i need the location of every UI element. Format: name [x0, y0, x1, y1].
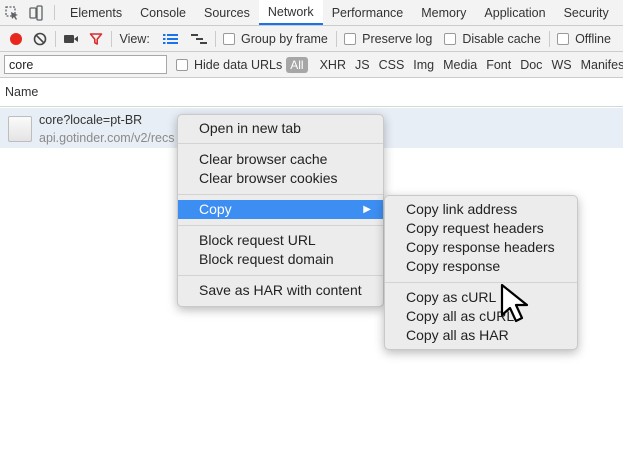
menu-separator [178, 225, 383, 226]
filter-button[interactable] [89, 32, 103, 46]
type-filter-ws[interactable]: WS [551, 58, 571, 72]
name-column-header[interactable]: Name [0, 78, 623, 107]
request-name: core?locale=pt-BR [39, 113, 143, 127]
group-by-frame-checkbox[interactable]: Group by frame [223, 32, 328, 46]
menu-item-copy-request-headers[interactable]: Copy request headers [385, 219, 577, 238]
type-filter-doc[interactable]: Doc [520, 58, 542, 72]
menu-item-copy[interactable]: Copy ▶ [178, 200, 383, 219]
type-filter-all[interactable]: All [286, 56, 308, 73]
checkbox-box [223, 32, 236, 45]
record-button[interactable] [9, 32, 23, 46]
device-toolbar-icon[interactable] [24, 0, 48, 25]
tab-console[interactable]: Console [131, 0, 195, 25]
menu-item-copy-all-as-curl[interactable]: Copy all as cURL [385, 307, 577, 326]
copy-submenu: Copy link address Copy request headers C… [384, 195, 578, 350]
menu-item-copy-as-curl[interactable]: Copy as cURL [385, 288, 577, 307]
tab-network[interactable]: Network [258, 0, 323, 25]
filter-input[interactable] [4, 55, 167, 74]
checkbox-box [176, 58, 188, 71]
tab-memory[interactable]: Memory [412, 0, 475, 25]
view-label: View: [119, 31, 150, 46]
menu-item-copy-label: Copy [199, 201, 232, 217]
menu-item-copy-response[interactable]: Copy response [385, 257, 577, 276]
disable-cache-checkbox[interactable]: Disable cache [444, 32, 541, 46]
inspect-element-icon[interactable] [0, 0, 24, 25]
menu-item-open-in-new-tab[interactable]: Open in new tab [178, 119, 383, 138]
filter-icon [89, 32, 103, 45]
disable-cache-label: Disable cache [462, 31, 541, 46]
menu-item-clear-browser-cookies[interactable]: Clear browser cookies [178, 169, 383, 188]
menu-separator [385, 282, 577, 283]
tab-security[interactable]: Security [555, 0, 618, 25]
menu-item-copy-all-as-har[interactable]: Copy all as HAR [385, 326, 577, 345]
submenu-arrow-icon: ▶ [363, 204, 371, 215]
list-view-icon [162, 33, 178, 44]
hide-data-urls-label: Hide data URLs [194, 57, 283, 72]
large-request-rows-button[interactable] [162, 33, 178, 45]
devtools-tabbar: Elements Console Sources Network Perform… [0, 0, 623, 26]
menu-item-clear-browser-cache[interactable]: Clear browser cache [178, 150, 383, 169]
tab-sources[interactable]: Sources [195, 0, 259, 25]
type-filter-xhr[interactable]: XHR [320, 58, 346, 72]
context-menu: Open in new tab Clear browser cache Clea… [177, 114, 384, 307]
menu-item-block-request-domain[interactable]: Block request domain [178, 250, 383, 269]
type-filter-css[interactable]: CSS [379, 58, 405, 72]
mouse-cursor-icon [500, 283, 529, 323]
type-filter-manifest[interactable]: Manifest [581, 58, 623, 72]
preserve-log-checkbox[interactable]: Preserve log [344, 32, 432, 46]
request-domain: api.gotinder.com/v2/recs [39, 131, 175, 145]
name-column-label: Name [5, 85, 39, 99]
menu-item-copy-link-address[interactable]: Copy link address [385, 200, 577, 219]
tab-application[interactable]: Application [475, 0, 554, 25]
tab-performance[interactable]: Performance [323, 0, 413, 25]
filter-bar: Hide data URLs All XHR JS CSS Img Media … [0, 52, 623, 78]
tabbar-divider [54, 5, 55, 20]
menu-item-save-as-har[interactable]: Save as HAR with content [178, 281, 383, 300]
type-filter-font[interactable]: Font [486, 58, 511, 72]
overview-button[interactable] [190, 33, 207, 45]
menu-item-copy-response-headers[interactable]: Copy response headers [385, 238, 577, 257]
clear-button[interactable] [33, 32, 47, 46]
type-filter-js[interactable]: JS [355, 58, 370, 72]
waterfall-icon [190, 33, 207, 44]
menu-separator [178, 194, 383, 195]
record-icon [10, 32, 22, 45]
menu-separator [178, 275, 383, 276]
document-icon [8, 116, 32, 142]
menu-item-block-request-url[interactable]: Block request URL [178, 231, 383, 250]
checkbox-box [557, 32, 570, 45]
checkbox-box [444, 32, 457, 45]
type-filter-media[interactable]: Media [443, 58, 477, 72]
group-by-frame-label: Group by frame [241, 31, 328, 46]
offline-label: Offline [575, 31, 611, 46]
menu-separator [178, 143, 383, 144]
preserve-log-label: Preserve log [362, 31, 433, 46]
capture-screenshots-button[interactable] [63, 33, 79, 45]
type-filter-img[interactable]: Img [413, 58, 434, 72]
network-toolbar: View: Group by frame Preserve log Disabl… [0, 26, 623, 52]
clear-icon [33, 32, 47, 45]
checkbox-box [344, 32, 357, 45]
tab-elements[interactable]: Elements [61, 0, 131, 25]
video-camera-icon [64, 34, 79, 43]
hide-data-urls-checkbox[interactable]: Hide data URLs [176, 58, 282, 72]
offline-checkbox[interactable]: Offline [557, 32, 611, 46]
